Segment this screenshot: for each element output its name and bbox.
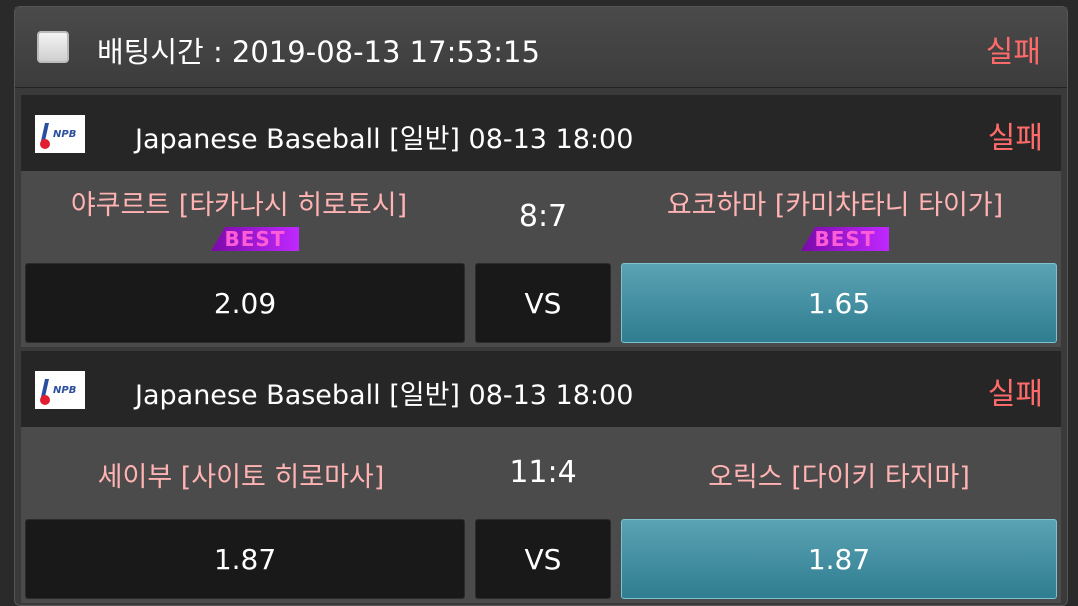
game-card: NPB Japanese Baseball [일반] 08-13 18:00 실… bbox=[21, 95, 1061, 347]
away-odds-button[interactable]: 1.65 bbox=[621, 263, 1057, 343]
home-team-name: 세이부 [사이토 히로마사] bbox=[97, 462, 385, 493]
away-team-name: 오릭스 [다이키 타지마] bbox=[708, 462, 970, 493]
away-odds-button[interactable]: 1.87 bbox=[621, 519, 1057, 599]
svg-text:NPB: NPB bbox=[53, 385, 76, 396]
npb-logo-icon: NPB bbox=[35, 115, 85, 153]
vs-label: VS bbox=[475, 519, 611, 599]
home-team-name: 야쿠르트 [타카나시 히로토시] bbox=[70, 190, 408, 221]
game-result-status: 실패 bbox=[987, 121, 1043, 156]
game-header: NPB Japanese Baseball [일반] 08-13 18:00 실… bbox=[21, 351, 1061, 427]
npb-logo-icon: NPB bbox=[35, 371, 85, 409]
checkbox-icon[interactable] bbox=[37, 31, 69, 63]
away-best-badge: BEST bbox=[801, 227, 889, 251]
game-score: 8:7 bbox=[518, 199, 568, 234]
league-info: Japanese Baseball [일반] 08-13 18:00 bbox=[135, 380, 634, 411]
svg-text:NPB: NPB bbox=[53, 129, 76, 140]
game-card: NPB Japanese Baseball [일반] 08-13 18:00 실… bbox=[21, 351, 1061, 603]
vs-label: VS bbox=[475, 263, 611, 343]
home-best-badge: BEST bbox=[211, 227, 299, 251]
home-odds-button[interactable]: 1.87 bbox=[25, 519, 465, 599]
bet-time-title: 배팅시간 : 2019-08-13 17:53:15 bbox=[97, 35, 540, 69]
game-result-status: 실패 bbox=[987, 377, 1043, 412]
bet-header: 배팅시간 : 2019-08-13 17:53:15 실패 bbox=[15, 7, 1067, 88]
bet-slip-panel: 배팅시간 : 2019-08-13 17:53:15 실패 NPB Japane… bbox=[14, 6, 1068, 606]
bet-result-status: 실패 bbox=[985, 35, 1041, 70]
game-header: NPB Japanese Baseball [일반] 08-13 18:00 실… bbox=[21, 95, 1061, 171]
home-odds-button[interactable]: 2.09 bbox=[25, 263, 465, 343]
away-team-name: 요코하마 [카미차타니 타이가] bbox=[666, 190, 1004, 221]
game-score: 11:4 bbox=[509, 455, 577, 490]
league-info: Japanese Baseball [일반] 08-13 18:00 bbox=[135, 124, 634, 155]
